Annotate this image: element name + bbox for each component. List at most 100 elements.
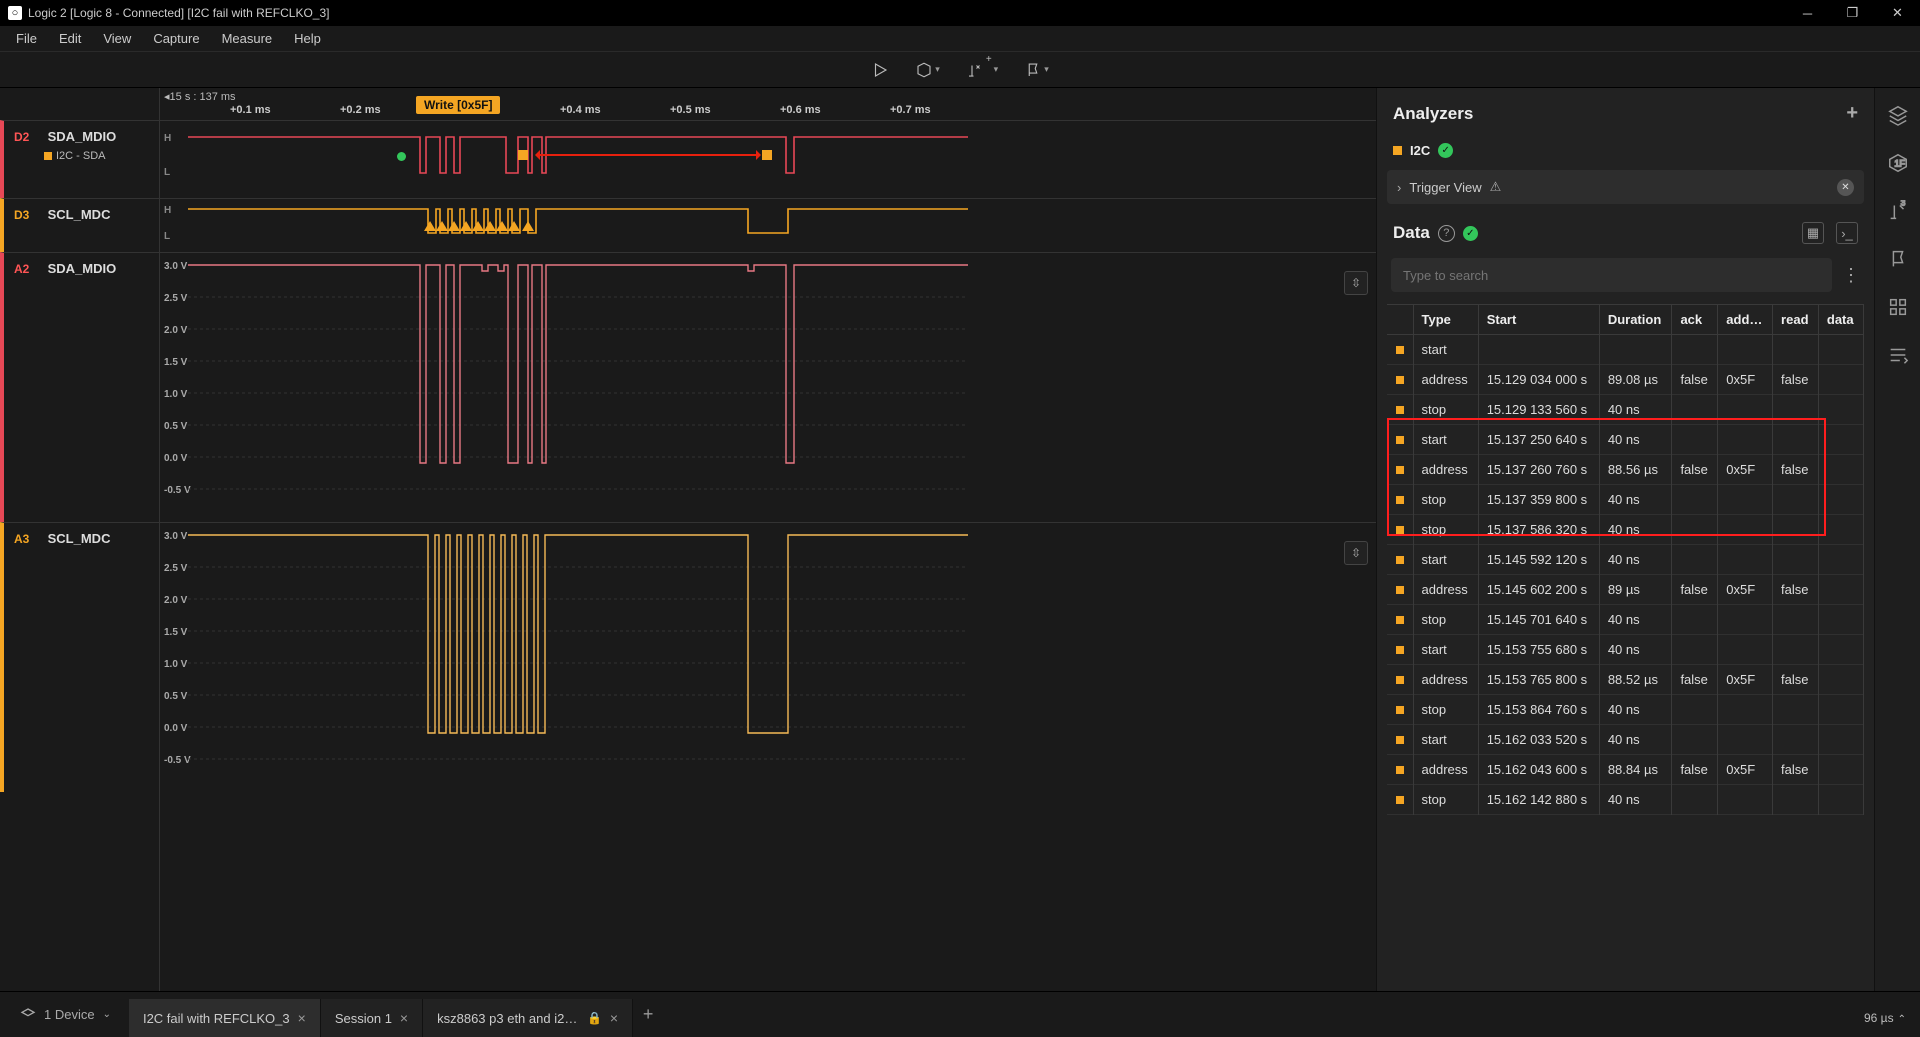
check-icon: ✓ — [1438, 143, 1453, 158]
window-title: Logic 2 [Logic 8 - Connected] [I2C fail … — [28, 6, 329, 20]
timeline-ruler[interactable]: ◂15 s : 137 ms +0.1 ms +0.2 ms +0.3 ms +… — [160, 88, 1376, 120]
channel-d3[interactable]: D3 SCL_MDC — [0, 198, 159, 252]
row-color-icon — [1396, 556, 1404, 564]
row-color-icon — [1396, 466, 1404, 474]
table-row[interactable]: stop15.153 864 760 s40 ns — [1387, 695, 1864, 725]
table-row[interactable]: address15.162 043 600 s88.84 µsfalse0x5F… — [1387, 755, 1864, 785]
analyzer-name[interactable]: I2C — [1410, 143, 1430, 158]
i2c-annotation[interactable]: Write [0x5F] — [416, 96, 500, 114]
table-row[interactable]: stop15.129 133 560 s40 ns — [1387, 395, 1864, 425]
chevron-right-icon: › — [1397, 180, 1401, 195]
more-options-button[interactable]: ⋮ — [1842, 265, 1860, 286]
menu-file[interactable]: File — [6, 28, 47, 49]
marker-button[interactable]: ▾ — [1024, 61, 1049, 79]
row-color-icon — [1396, 616, 1404, 624]
analyzer-color-icon — [44, 152, 52, 160]
session-tab[interactable]: Session 1× — [321, 999, 423, 1037]
timing-arrow — [538, 154, 758, 156]
add-analyzer-button[interactable]: + — [1846, 102, 1858, 125]
menu-help[interactable]: Help — [284, 28, 331, 49]
table-row[interactable]: stop15.162 142 880 s40 ns — [1387, 785, 1864, 815]
layers-icon[interactable] — [1887, 104, 1909, 126]
analyzers-title: Analyzers — [1393, 104, 1473, 124]
measurements-icon[interactable]: 3 — [1887, 200, 1909, 222]
session-tab[interactable]: ksz8863 p3 eth and i2c w…🔒× — [423, 999, 633, 1037]
check-icon: ✓ — [1463, 226, 1478, 241]
analyzer-color-icon — [1393, 146, 1402, 155]
table-row[interactable]: start — [1387, 335, 1864, 365]
channel-a2[interactable]: A2 SDA_MDIO — [0, 252, 159, 522]
row-color-icon — [1396, 736, 1404, 744]
chevron-down-icon: ⌄ — [103, 1009, 111, 1020]
table-row[interactable]: stop15.145 701 640 s40 ns — [1387, 605, 1864, 635]
row-color-icon — [1396, 526, 1404, 534]
row-color-icon — [1396, 766, 1404, 774]
table-row[interactable]: start15.162 033 520 s40 ns — [1387, 725, 1864, 755]
table-row[interactable]: start15.145 592 120 s40 ns — [1387, 545, 1864, 575]
extensions-icon[interactable] — [1887, 296, 1909, 318]
row-color-icon — [1396, 646, 1404, 654]
row-color-icon — [1396, 676, 1404, 684]
table-row[interactable]: start15.137 250 640 s40 ns — [1387, 425, 1864, 455]
svg-text:3: 3 — [1900, 200, 1905, 208]
right-panel: Analyzers + I2C ✓ › Trigger View ⚠ ✕ Dat… — [1376, 88, 1874, 991]
play-button[interactable] — [871, 61, 889, 79]
menu-edit[interactable]: Edit — [49, 28, 91, 49]
channel-label-column: D2 SDA_MDIO I2C - SDA D3 SCL_MDC A2 SDA_… — [0, 88, 160, 991]
table-row[interactable]: address15.137 260 760 s88.56 µsfalse0x5F… — [1387, 455, 1864, 485]
table-row[interactable]: start15.153 755 680 s40 ns — [1387, 635, 1864, 665]
row-color-icon — [1396, 586, 1404, 594]
menubar: File Edit View Capture Measure Help — [0, 26, 1920, 52]
warning-icon: ⚠ — [1490, 179, 1502, 195]
expand-vertical-button[interactable]: ⇳ — [1344, 541, 1368, 565]
help-icon[interactable]: ? — [1438, 225, 1455, 242]
expand-vertical-button[interactable]: ⇳ — [1344, 271, 1368, 295]
menu-measure[interactable]: Measure — [212, 28, 283, 49]
table-row[interactable]: address15.145 602 200 s89 µsfalse0x5Ffal… — [1387, 575, 1864, 605]
table-row[interactable]: stop15.137 586 320 s40 ns — [1387, 515, 1864, 545]
notes-icon[interactable] — [1887, 344, 1909, 366]
close-tab-button[interactable]: × — [610, 1010, 618, 1026]
waveform-viewport[interactable]: ◂15 s : 137 ms +0.1 ms +0.2 ms +0.3 ms +… — [160, 88, 1376, 991]
analyzers-icon[interactable]: 1F — [1887, 152, 1909, 174]
search-input[interactable] — [1391, 258, 1832, 292]
new-tab-button[interactable]: + — [633, 996, 663, 1034]
timing-marker-a[interactable] — [518, 150, 528, 160]
row-color-icon — [1396, 406, 1404, 414]
measurements-button[interactable]: +▾ — [966, 61, 998, 79]
table-row[interactable]: address15.153 765 800 s88.52 µsfalse0x5F… — [1387, 665, 1864, 695]
markers-icon[interactable] — [1887, 248, 1909, 270]
channel-a3[interactable]: A3 SCL_MDC — [0, 522, 159, 792]
svg-text:1F: 1F — [1894, 159, 1905, 169]
trigger-view-row[interactable]: › Trigger View ⚠ ✕ — [1387, 170, 1864, 204]
right-sidebar: 1F 3 — [1874, 88, 1920, 991]
data-table[interactable]: Type Start Duration ack add… read data s… — [1387, 304, 1864, 815]
row-color-icon — [1396, 796, 1404, 804]
menu-capture[interactable]: Capture — [143, 28, 209, 49]
close-tab-button[interactable]: × — [400, 1010, 408, 1026]
terminal-view-button[interactable]: ›_ — [1836, 222, 1858, 244]
event-marker-icon — [397, 152, 406, 161]
clear-trigger-button[interactable]: ✕ — [1837, 179, 1854, 196]
row-color-icon — [1396, 436, 1404, 444]
channel-d2[interactable]: D2 SDA_MDIO I2C - SDA — [0, 120, 159, 198]
device-button[interactable]: 1 Device ⌄ — [10, 1001, 121, 1029]
data-title: Data — [1393, 223, 1430, 243]
table-view-button[interactable]: ▦ — [1802, 222, 1824, 244]
zoom-indicator[interactable]: 96 µs⌃ — [1864, 1011, 1906, 1025]
table-row[interactable]: stop15.137 359 800 s40 ns — [1387, 485, 1864, 515]
close-button[interactable]: ✕ — [1875, 0, 1920, 26]
bottom-bar: 1 Device ⌄ I2C fail with REFCLKO_3×Sessi… — [0, 991, 1920, 1037]
row-color-icon — [1396, 346, 1404, 354]
capture-settings-button[interactable]: ▾ — [915, 61, 940, 79]
table-row[interactable]: address15.129 034 000 s89.08 µsfalse0x5F… — [1387, 365, 1864, 395]
lock-icon: 🔒 — [587, 1011, 602, 1025]
app-icon: ○ — [8, 6, 22, 20]
maximize-button[interactable]: ❐ — [1830, 0, 1875, 26]
session-tab[interactable]: I2C fail with REFCLKO_3× — [129, 999, 321, 1037]
menu-view[interactable]: View — [93, 28, 141, 49]
close-tab-button[interactable]: × — [298, 1010, 306, 1026]
row-color-icon — [1396, 706, 1404, 714]
minimize-button[interactable]: ─ — [1785, 0, 1830, 26]
toolbar: ▾ +▾ ▾ — [0, 52, 1920, 88]
